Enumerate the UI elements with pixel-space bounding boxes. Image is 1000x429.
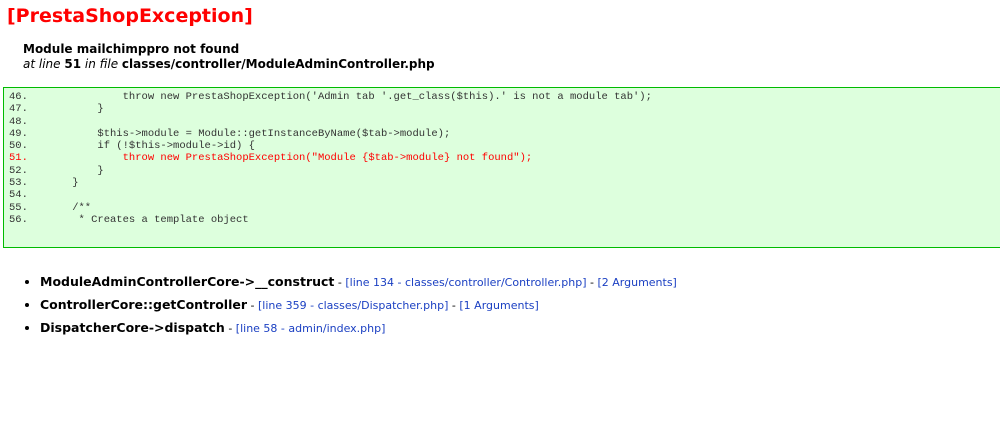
code-line: 47. } (9, 103, 1000, 115)
location-file: classes/controller/ModuleAdminController… (121, 57, 435, 71)
code-line-text: } (47, 177, 79, 190)
location-middle: in file (81, 57, 122, 71)
code-line-number: 50. (9, 140, 28, 153)
code-line-number: 46. (9, 91, 28, 103)
code-line-number: 48. (9, 115, 28, 128)
code-line-text: if (!$this->module->id) { (47, 140, 255, 153)
code-line-highlighted: 51. throw new PrestaShopException("Modul… (9, 152, 1000, 164)
trace-location-link[interactable]: [line 359 - classes/Dispatcher.php] (258, 299, 448, 312)
exception-message-block: Module mailchimppro not found at line 51… (23, 42, 435, 72)
code-line: 56. * Creates a template object (9, 214, 1000, 226)
code-line-text: * Creates a template object (47, 213, 249, 226)
trace-location-link[interactable]: [line 58 - admin/index.php] (236, 322, 386, 335)
trace-separator: - (224, 322, 236, 335)
error-page: [PrestaShopException] Module mailchimppr… (0, 0, 1000, 429)
code-line-number: 51. (9, 152, 28, 165)
trace-function: ControllerCore::getController (40, 297, 248, 312)
code-line: 54. (9, 189, 1000, 201)
exception-message: Module mailchimppro not found (23, 42, 240, 56)
code-line: 49. $this->module = Module::getInstanceB… (9, 128, 1000, 140)
code-line: 50. if (!$this->module->id) { (9, 140, 1000, 152)
code-line: 55. /** (9, 202, 1000, 214)
code-line-number: 49. (9, 127, 28, 140)
stack-trace-list: ModuleAdminControllerCore->__construct -… (20, 270, 677, 339)
trace-separator: - (586, 276, 598, 289)
exception-location: at line 51 in file classes/controller/Mo… (23, 57, 435, 72)
trace-separator: - (334, 276, 346, 289)
trace-function: ModuleAdminControllerCore->__construct (40, 274, 335, 289)
location-line-number: 51 (64, 57, 82, 71)
code-line-text: } (47, 103, 104, 116)
location-prefix: at line (23, 57, 65, 71)
code-line-number: 54. (9, 189, 28, 202)
source-code-box: 46. throw new PrestaShopException('Admin… (3, 87, 1000, 248)
code-line-text: throw new PrestaShopException('Admin tab… (47, 91, 652, 103)
code-line-number: 55. (9, 201, 28, 214)
code-line-text: $this->module = Module::getInstanceByNam… (47, 127, 451, 140)
code-line-text: /** (47, 201, 92, 214)
exception-title: [PrestaShopException] (7, 5, 253, 27)
trace-arguments-link[interactable]: [2 Arguments] (597, 276, 676, 289)
code-line: 48. (9, 116, 1000, 128)
code-line-text: } (47, 164, 104, 177)
trace-function: DispatcherCore->dispatch (40, 320, 225, 335)
trace-arguments-link[interactable]: [1 Arguments] (459, 299, 538, 312)
code-line: 46. throw new PrestaShopException('Admin… (9, 91, 1000, 103)
code-line-number: 52. (9, 164, 28, 177)
code-line-number: 56. (9, 213, 28, 226)
trace-separator: - (448, 299, 460, 312)
trace-separator: - (247, 299, 258, 312)
code-line-number: 47. (9, 103, 28, 116)
trace-item: DispatcherCore->dispatch - [line 58 - ad… (40, 316, 677, 339)
trace-item: ModuleAdminControllerCore->__construct -… (40, 270, 677, 293)
code-line-text: throw new PrestaShopException("Module {$… (47, 152, 533, 165)
code-line: 52. } (9, 165, 1000, 177)
code-line-number: 53. (9, 177, 28, 190)
code-line: 53. } (9, 177, 1000, 189)
trace-location-link[interactable]: [line 134 - classes/controller/Controlle… (345, 276, 586, 289)
trace-item: ControllerCore::getController - [line 35… (40, 293, 677, 316)
